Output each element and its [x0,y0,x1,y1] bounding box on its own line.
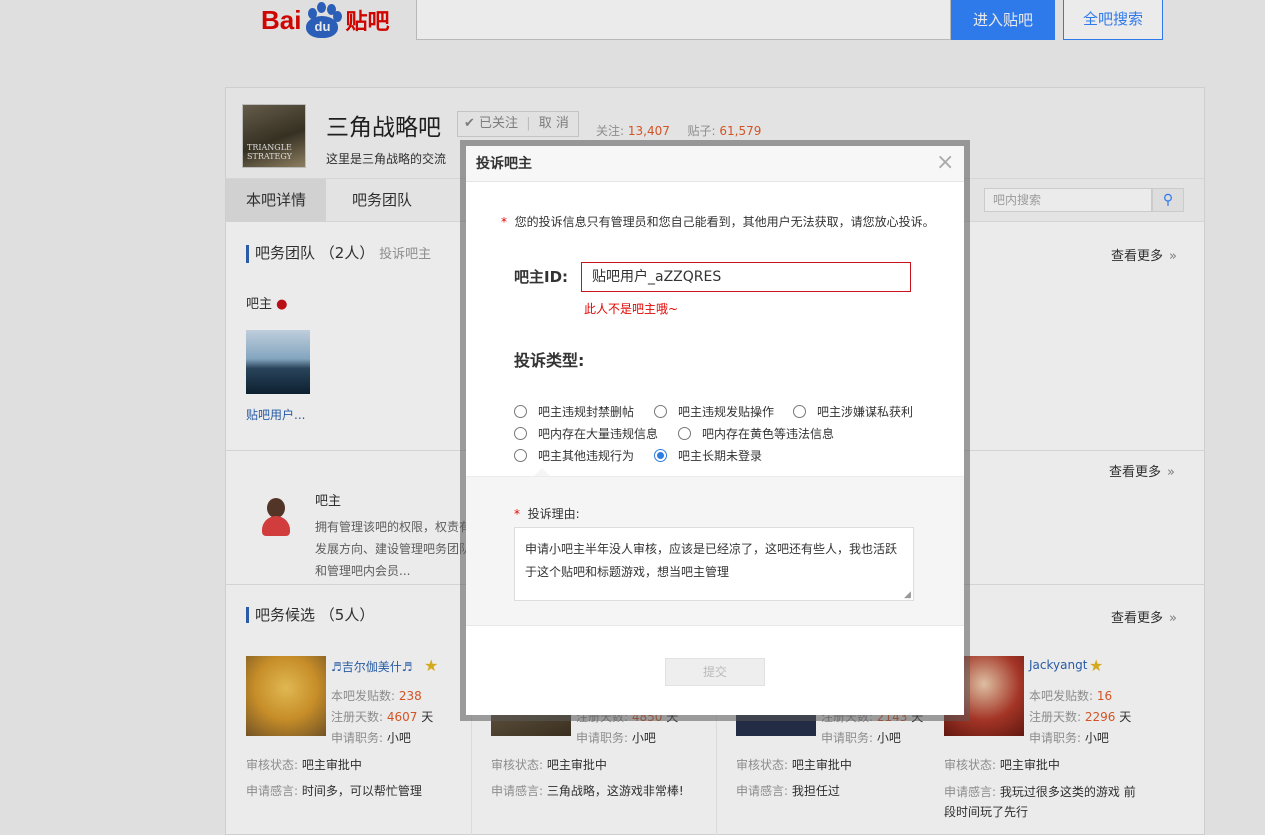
required-star: * [514,507,520,521]
radio-label: 吧主其他违规行为 [538,449,635,463]
privacy-note: * 您的投诉信息只有管理员和您自己能看到，其他用户无法获取，请您放心投诉。 [501,213,935,230]
radio-circle[interactable] [514,427,527,440]
reason-textarea[interactable]: 申请小吧主半年没人审核，应该是已经凉了，这吧还有些人，我也活跃于这个贴吧和标题游… [514,527,914,601]
complain-type-label: 投诉类型: [514,351,585,370]
owner-id-label: 吧主ID: [514,268,569,286]
radio-circle-selected[interactable] [654,449,667,462]
radio-label: 吧内存在大量违规信息 [538,427,659,441]
dialog-title: 投诉吧主 [466,146,964,182]
submit-button[interactable]: 提交 [665,658,765,686]
close-icon[interactable]: × [936,151,954,175]
reason-label: * 投诉理由: [514,505,580,522]
radio-label: 吧主违规发贴操作 [678,405,775,419]
radio-option-selected[interactable]: 吧主长期未登录 [654,447,762,464]
radio-label: 吧主长期未登录 [678,449,763,463]
radio-label: 吧内存在黄色等违法信息 [702,427,835,441]
radio-option[interactable]: 吧主违规封禁删帖 [514,403,634,420]
radio-label: 吧主涉嫌谋私获利 [817,405,914,419]
radio-circle[interactable] [514,449,527,462]
radio-circle[interactable] [654,405,667,418]
required-star: * [501,215,507,229]
radio-option[interactable]: 吧内存在大量违规信息 [514,425,658,442]
resize-handle-icon[interactable]: ◢ [904,590,911,600]
radio-label: 吧主违规封禁删帖 [538,405,635,419]
radio-option[interactable]: 吧主其他违规行为 [514,447,634,464]
privacy-note-text: 您的投诉信息只有管理员和您自己能看到，其他用户无法获取，请您放心投诉。 [514,215,935,229]
radio-option[interactable]: 吧主涉嫌谋私获利 [793,403,913,420]
radio-option[interactable]: 吧主违规发贴操作 [654,403,774,420]
radio-option[interactable]: 吧内存在黄色等违法信息 [678,425,834,442]
reason-label-text: 投诉理由: [527,507,580,521]
owner-id-input[interactable]: 贴吧用户_aZZQRES [581,262,911,292]
complain-dialog: 投诉吧主 × * 您的投诉信息只有管理员和您自己能看到，其他用户无法获取，请您放… [466,146,964,715]
radio-circle[interactable] [793,405,806,418]
id-error-message: 此人不是吧主哦~ [584,302,679,316]
radio-circle[interactable] [678,427,691,440]
radio-circle[interactable] [514,405,527,418]
pointer-arrow [534,468,550,476]
